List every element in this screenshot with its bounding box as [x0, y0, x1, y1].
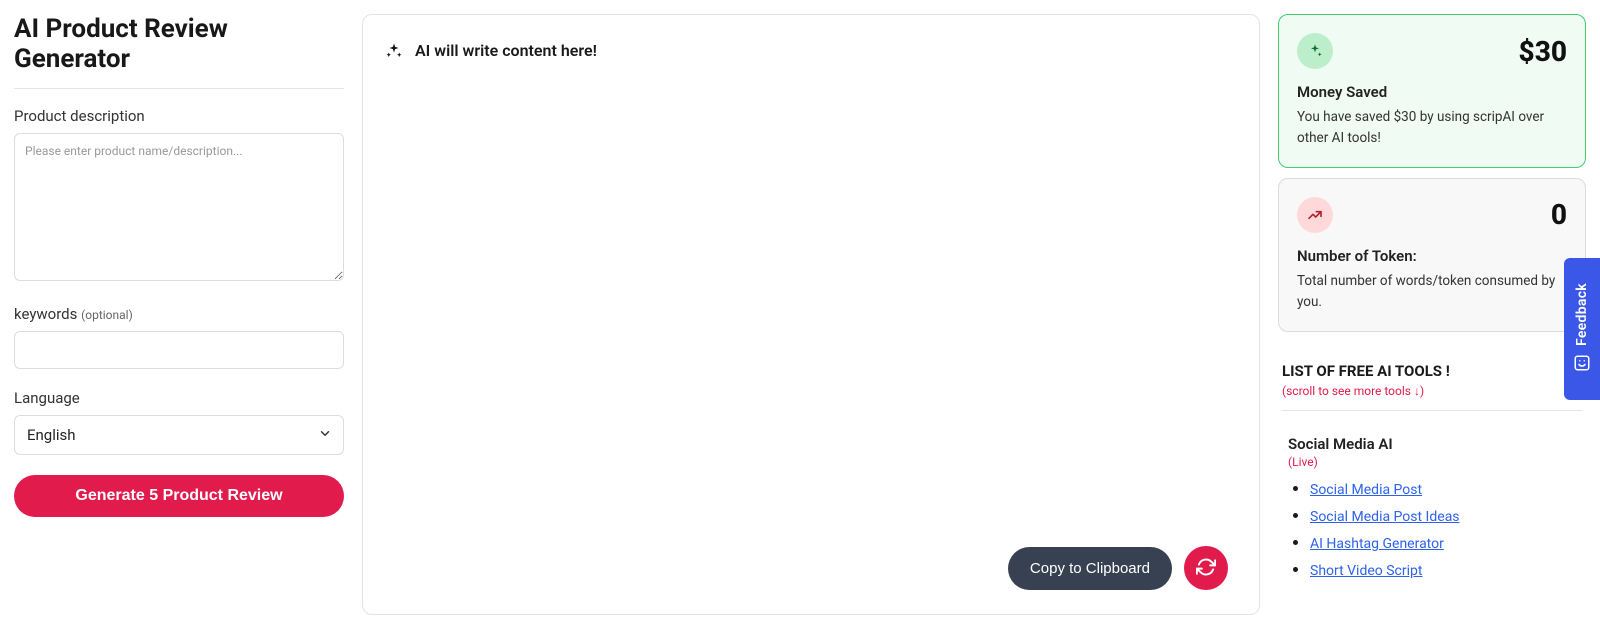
- language-label: Language: [14, 389, 344, 407]
- generate-button[interactable]: Generate 5 Product Review: [14, 475, 344, 517]
- output-placeholder-text: AI will write content here!: [415, 41, 597, 60]
- smile-icon: [1573, 354, 1591, 376]
- description-input[interactable]: [14, 133, 344, 281]
- trend-icon: [1297, 197, 1333, 233]
- copy-clipboard-button[interactable]: Copy to Clipboard: [1008, 547, 1172, 590]
- feedback-tab[interactable]: Feedback: [1564, 258, 1600, 400]
- sidebar: $30 Money Saved You have saved $30 by us…: [1278, 14, 1586, 615]
- money-saved-value: $30: [1519, 35, 1567, 68]
- token-text: Total number of words/token consumed by …: [1297, 271, 1567, 313]
- form-panel: AI Product Review Generator Product desc…: [14, 14, 344, 615]
- tools-heading: LIST OF FREE AI TOOLS !: [1282, 362, 1582, 380]
- output-actions: Copy to Clipboard: [360, 546, 1228, 590]
- refresh-icon: [1196, 557, 1216, 580]
- tool-link[interactable]: Short Video Script: [1310, 563, 1422, 579]
- tools-group-live: (Live): [1288, 455, 1576, 469]
- token-title: Number of Token:: [1297, 247, 1567, 265]
- description-label: Product description: [14, 107, 344, 125]
- keywords-optional: (optional): [81, 308, 133, 322]
- tools-list: Social Media Post Social Media Post Idea…: [1288, 479, 1576, 579]
- sparkle-icon: [385, 42, 403, 60]
- tool-link[interactable]: Social Media Post Ideas: [1310, 509, 1460, 525]
- refresh-button[interactable]: [1184, 546, 1228, 590]
- tools-group-title: Social Media AI: [1288, 435, 1576, 453]
- token-card: 0 Number of Token: Total number of words…: [1278, 178, 1586, 332]
- tools-hint: (scroll to see more tools ↓): [1282, 384, 1582, 398]
- feedback-label: Feedback: [1574, 283, 1590, 346]
- keywords-input[interactable]: [14, 331, 344, 369]
- money-saved-title: Money Saved: [1297, 83, 1567, 101]
- language-select[interactable]: English: [14, 415, 344, 455]
- list-item: Short Video Script: [1310, 560, 1576, 579]
- tools-header: LIST OF FREE AI TOOLS ! (scroll to see m…: [1278, 342, 1586, 411]
- output-placeholder: AI will write content here!: [385, 41, 1237, 60]
- keywords-label-text: keywords: [14, 305, 77, 323]
- sparkle-icon: [1297, 33, 1333, 69]
- tool-link[interactable]: AI Hashtag Generator: [1310, 536, 1444, 552]
- page-title: AI Product Review Generator: [14, 14, 344, 89]
- money-saved-card: $30 Money Saved You have saved $30 by us…: [1278, 14, 1586, 168]
- token-value: 0: [1551, 198, 1567, 231]
- money-saved-text: You have saved $30 by using scripAI over…: [1297, 107, 1567, 149]
- tools-group: Social Media AI (Live) Social Media Post…: [1278, 421, 1586, 587]
- list-item: Social Media Post Ideas: [1310, 506, 1576, 525]
- list-item: AI Hashtag Generator: [1310, 533, 1576, 552]
- list-item: Social Media Post: [1310, 479, 1576, 498]
- keywords-label: keywords (optional): [14, 305, 344, 323]
- output-panel: AI will write content here!: [362, 14, 1260, 615]
- tool-link[interactable]: Social Media Post: [1310, 482, 1422, 498]
